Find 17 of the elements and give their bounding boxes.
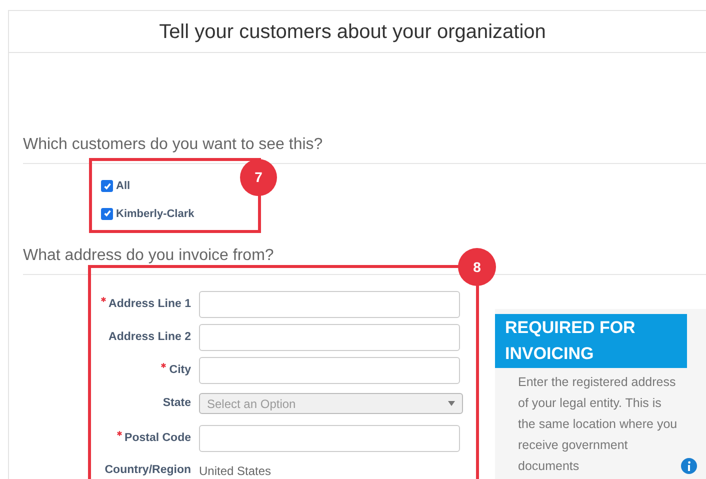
select-field[interactable]: Select an Option (199, 393, 463, 414)
field-label: City (169, 364, 191, 376)
step-badge: 8 (458, 248, 496, 286)
field-label: Address Line 1 (108, 298, 191, 310)
info-text: Enter the registered address of your legal entity. This is the same location where you receive government documents (518, 374, 678, 475)
field-label: Country/Region (104, 464, 191, 476)
field-label: Postal Code (124, 432, 191, 444)
info-panel-title: REQUIRED FOR INVOICING (495, 314, 687, 368)
field-label: Address Line 2 (108, 330, 191, 343)
checkbox-label: Kimberly-Clark (116, 206, 194, 222)
section-question: Which customers do you want to see this? (23, 136, 323, 153)
checkbox-label: All (116, 179, 130, 194)
step-badge: 7 (240, 159, 277, 196)
field-value: United States (199, 463, 272, 479)
page-title: Tell your customers about your organization (159, 20, 547, 44)
section-question: What address do you invoice from? (23, 247, 274, 264)
field-label: State (162, 396, 191, 409)
